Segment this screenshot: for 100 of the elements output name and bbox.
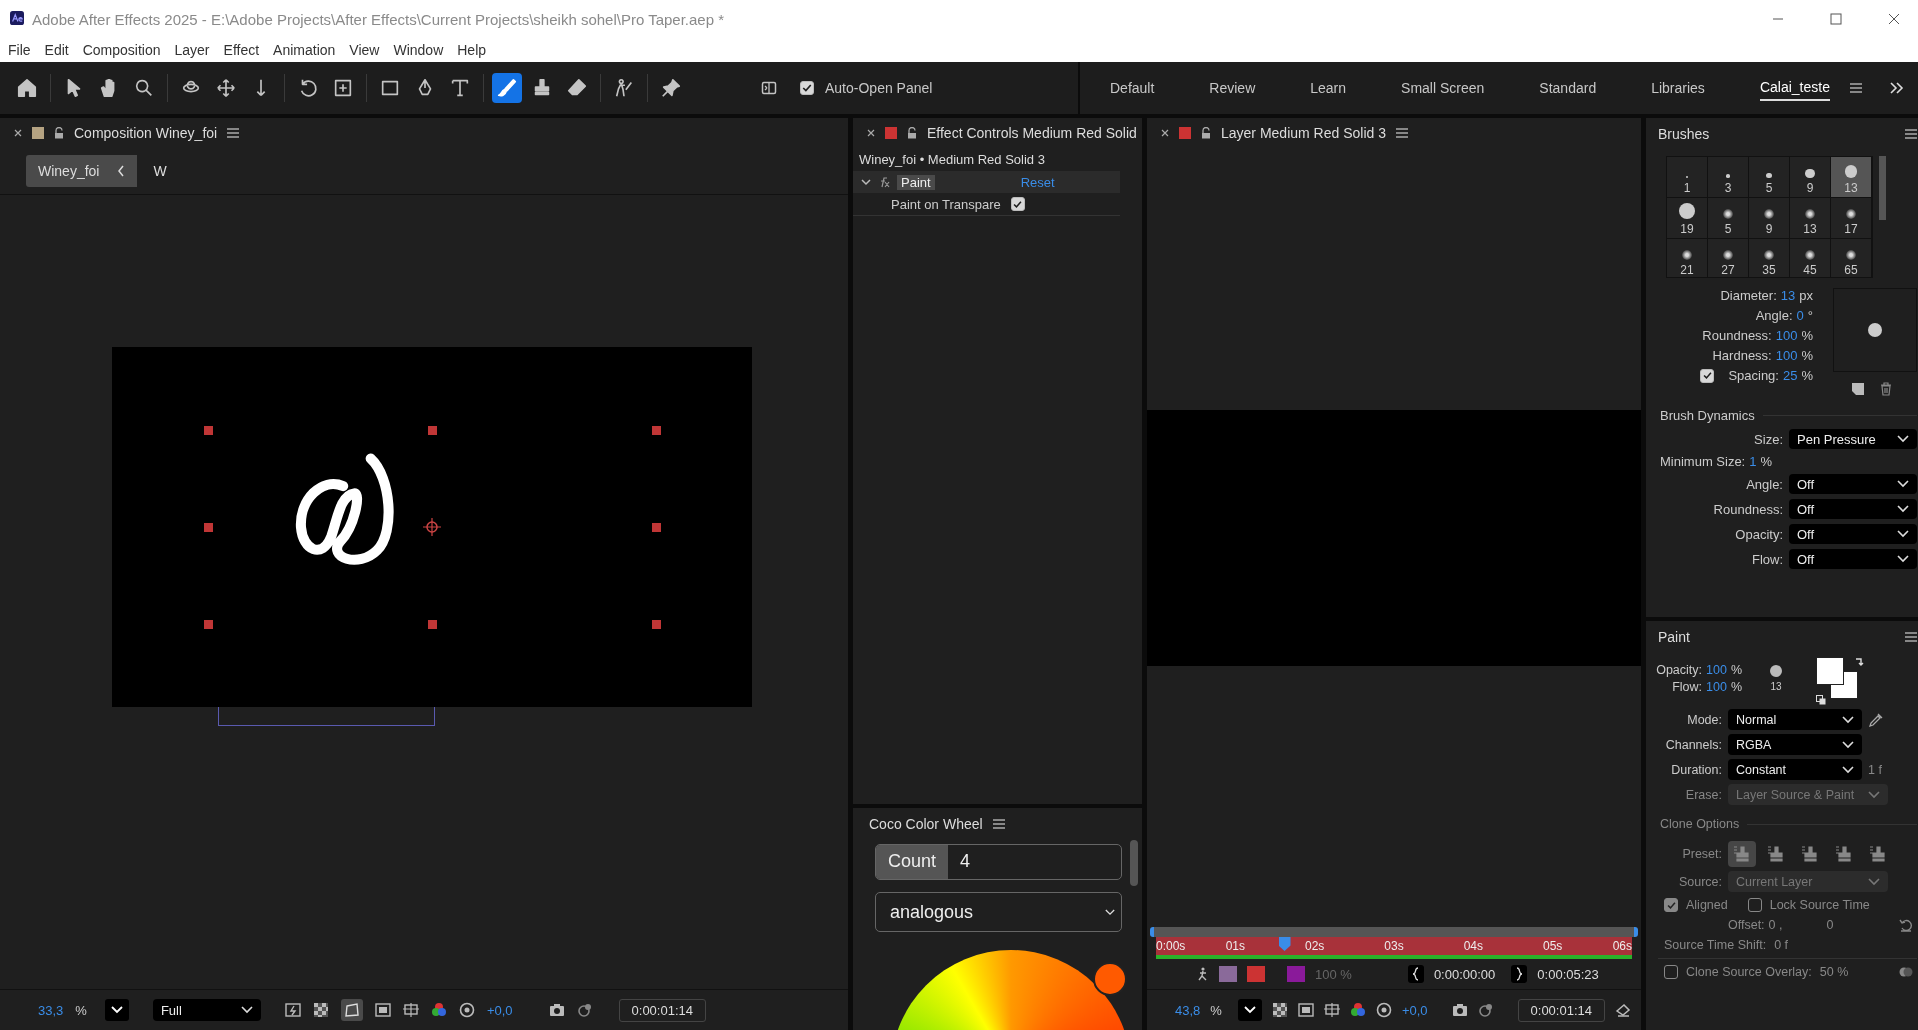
clone-overlay-value[interactable]: 50 %	[1819, 965, 1849, 979]
mask-path-icon[interactable]	[340, 999, 363, 1021]
in-point-timecode[interactable]: 0:00:00:00	[1433, 966, 1496, 982]
offset-y-value[interactable]: 0	[1826, 918, 1834, 932]
workspace-tab[interactable]: Small Screen	[1401, 76, 1485, 100]
brush-preset[interactable]: 21	[1667, 239, 1707, 277]
in-point-icon[interactable]	[1407, 965, 1424, 983]
transform-handle[interactable]	[652, 523, 661, 532]
menu-icon[interactable]	[1905, 632, 1917, 642]
default-colors-icon[interactable]	[1816, 695, 1826, 705]
brush-preset[interactable]: 5	[1749, 157, 1789, 197]
menu-item[interactable]: Animation	[273, 42, 336, 58]
auto-open-checkbox[interactable]	[800, 81, 814, 95]
workspace-tab[interactable]: Libraries	[1651, 76, 1705, 100]
offset-x-value[interactable]: 0 ,	[1768, 918, 1783, 932]
workspace-tab[interactable]: Default	[1110, 76, 1155, 100]
brush-preset[interactable]: 35	[1749, 239, 1789, 277]
transform-handle[interactable]	[204, 523, 213, 532]
paint-dropdown[interactable]: RGBA	[1728, 734, 1862, 755]
figure-icon[interactable]	[1197, 967, 1209, 981]
scrollbar[interactable]	[1879, 156, 1886, 220]
reset-icon[interactable]	[1899, 918, 1913, 932]
panel-icon[interactable]	[761, 80, 777, 96]
dynamics-value[interactable]: 1	[1749, 454, 1757, 469]
close-icon[interactable]	[867, 129, 875, 137]
menu-item[interactable]: File	[8, 42, 31, 58]
close-icon[interactable]	[1161, 129, 1169, 137]
timecode-field[interactable]: 0:00:01:14	[1517, 998, 1605, 1022]
dynamics-dropdown[interactable]: Off	[1789, 474, 1917, 494]
composition-tab[interactable]: Winey_foi	[26, 155, 138, 187]
brush-preset[interactable]: 17	[1831, 198, 1871, 238]
transform-handle[interactable]	[428, 425, 437, 435]
timecode-field[interactable]: 0:00:01:14	[618, 998, 706, 1022]
brush-preset[interactable]: 9	[1749, 198, 1789, 238]
setting-value[interactable]: 100	[1775, 348, 1798, 363]
paint-dropdown[interactable]: Constant	[1728, 759, 1862, 780]
safe-area-icon[interactable]	[374, 1002, 391, 1018]
setting-value[interactable]: 13	[1780, 288, 1796, 303]
brush-preset[interactable]: 13	[1831, 157, 1871, 197]
opacity-value[interactable]: 100	[1706, 663, 1727, 677]
lock-icon[interactable]	[1201, 127, 1211, 139]
brush-preset[interactable]: 1	[1667, 157, 1707, 197]
chevron-left-icon[interactable]	[117, 165, 126, 177]
camera-icon[interactable]	[548, 1002, 565, 1018]
color-channels-icon[interactable]	[1349, 1002, 1366, 1018]
eyedropper-icon[interactable]	[1868, 711, 1884, 728]
double-chevron-icon[interactable]	[1889, 82, 1904, 94]
expand-chevron-icon[interactable]	[861, 177, 871, 187]
scrollbar[interactable]	[1130, 840, 1138, 886]
brush-icon[interactable]	[492, 73, 522, 103]
brush-preset[interactable]: 3	[1708, 157, 1748, 197]
color-channels-icon[interactable]	[430, 1002, 447, 1018]
menu-icon[interactable]	[1905, 129, 1917, 139]
brush-preset[interactable]: 65	[1831, 239, 1871, 277]
brush-preset[interactable]: 19	[1667, 198, 1707, 238]
color-swatch[interactable]	[1287, 966, 1305, 982]
menu-item[interactable]: Layer	[174, 42, 210, 58]
grid-icon[interactable]	[402, 1002, 419, 1018]
fast-preview-icon[interactable]	[284, 1002, 301, 1018]
maximize-icon[interactable]	[1830, 13, 1842, 25]
checkerboard-icon[interactable]	[1271, 1002, 1288, 1018]
count-field[interactable]: Count 4	[875, 844, 1122, 880]
render-toggle-icon[interactable]	[1247, 966, 1265, 982]
checkerboard-icon[interactable]	[312, 1002, 329, 1018]
workspace-tab[interactable]: Standard	[1539, 76, 1597, 100]
zoom-dropdown[interactable]	[104, 999, 129, 1021]
zoom-value[interactable]: 33,3	[38, 1002, 64, 1018]
aperture-icon[interactable]	[458, 1002, 475, 1018]
lock-source-time-checkbox[interactable]	[1747, 898, 1762, 912]
new-brush-icon[interactable]	[1851, 382, 1865, 396]
menu-item[interactable]: Edit	[44, 42, 69, 58]
lock-icon[interactable]	[907, 127, 917, 139]
brush-preset[interactable]: 27	[1708, 239, 1748, 277]
brush-preset[interactable]: 5	[1708, 198, 1748, 238]
workspace-tab[interactable]: Calai_teste	[1759, 75, 1830, 101]
workspace-tab[interactable]: Learn	[1310, 76, 1347, 100]
menu-icon[interactable]	[1849, 83, 1862, 93]
brush-preset[interactable]: 45	[1790, 239, 1830, 277]
brush-tip-icon[interactable]	[1770, 665, 1782, 677]
snapshot-icon[interactable]	[576, 1002, 593, 1018]
foreground-color-swatch[interactable]	[1816, 657, 1844, 685]
dynamics-dropdown[interactable]: Off	[1789, 499, 1917, 519]
menu-icon[interactable]	[992, 819, 1005, 829]
exposure-value[interactable]: +0,0	[1401, 1002, 1428, 1018]
reset-link[interactable]: Reset	[1020, 174, 1055, 190]
setting-value[interactable]: 0	[1796, 308, 1804, 323]
exposure-value[interactable]: +0,0	[486, 1002, 513, 1018]
paint-dropdown[interactable]: Normal	[1728, 709, 1862, 730]
dynamics-dropdown[interactable]: Off	[1789, 524, 1917, 544]
spacing-checkbox[interactable]	[1700, 368, 1715, 383]
time-ruler[interactable]: 0:00s 01s 02s 03s 04s 05s 06s	[1156, 937, 1632, 955]
view-options-icon[interactable]	[1615, 1002, 1631, 1018]
snapshot-icon[interactable]	[1477, 1002, 1494, 1018]
close-icon[interactable]	[14, 129, 22, 137]
trash-icon[interactable]	[1879, 382, 1893, 396]
out-point-icon[interactable]	[1511, 965, 1528, 983]
flow-value[interactable]: 100	[1706, 680, 1727, 694]
menu-item[interactable]: Window	[393, 42, 444, 58]
dynamics-dropdown[interactable]: Off	[1789, 549, 1917, 569]
setting-value[interactable]: 100	[1775, 328, 1798, 343]
